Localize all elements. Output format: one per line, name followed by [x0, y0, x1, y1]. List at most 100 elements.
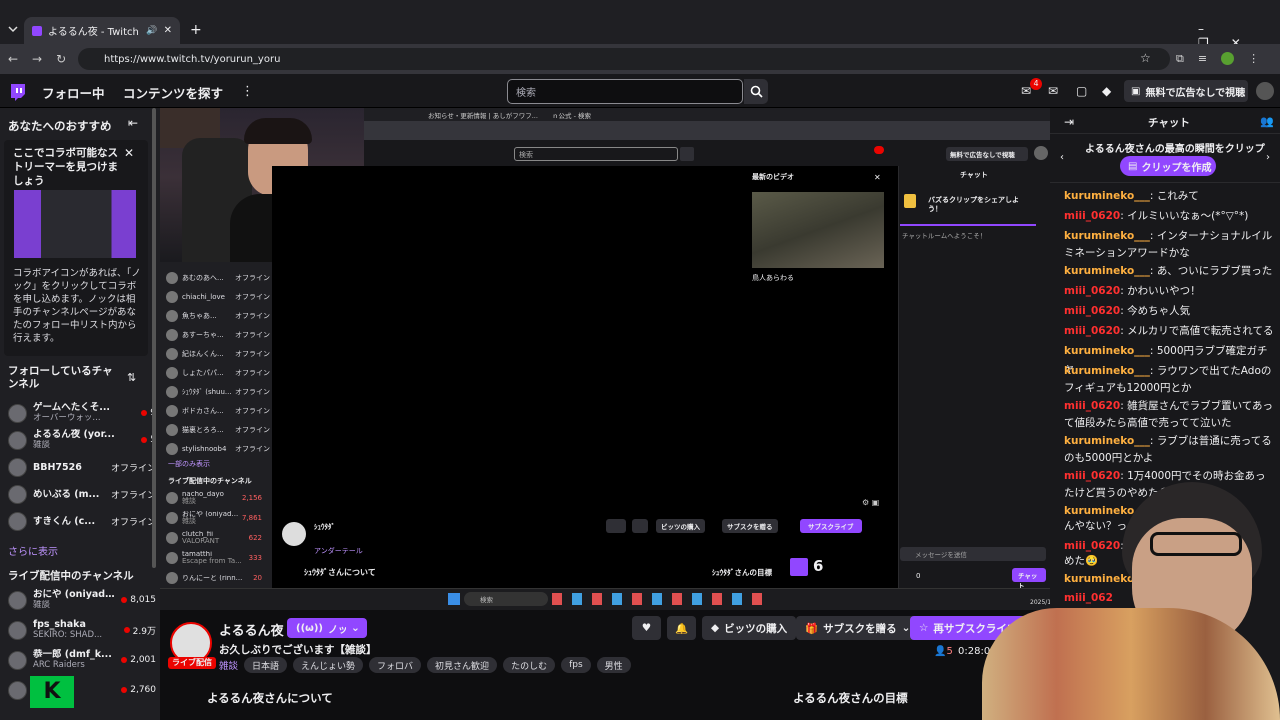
search-button[interactable] — [744, 79, 768, 104]
channel-text: ゲームへたくそ... オーバーウォッ... — [33, 402, 135, 424]
channel-category: オーバーウォッ... — [33, 413, 101, 423]
extensions-icon[interactable]: ⧉ — [1176, 52, 1184, 66]
chat-username[interactable]: miii_0620 — [1064, 210, 1120, 222]
create-clip-button[interactable]: ▤ クリップを作成 — [1120, 156, 1216, 176]
chat-username[interactable]: kurumineko___ — [1064, 365, 1150, 377]
chat-text: かわいいやつ！ — [1127, 285, 1201, 297]
nav-following[interactable]: フォロー中 — [42, 83, 105, 102]
url-text: https://www.twitch.tv/yorurun_yoru — [104, 53, 281, 65]
stream-tag[interactable]: 初見さん歓迎 — [427, 657, 498, 673]
twitch-logo-icon[interactable] — [8, 83, 26, 102]
followed-channel[interactable]: めいぷる (m... オフライン — [8, 481, 156, 507]
inner-live-text: りんにーと (rinn... — [182, 575, 249, 582]
live-dot-icon — [141, 410, 148, 416]
inner-viewer-count: 7,861 — [241, 514, 262, 522]
media-icon[interactable]: ≡ — [1198, 52, 1207, 66]
live-dot-icon — [123, 627, 130, 633]
tab-audio-icon[interactable]: 🔊 — [146, 26, 157, 36]
live-channel[interactable]: おにや (oniyad... 雑談 8,015 — [8, 587, 156, 613]
chat-users-icon[interactable]: 👥 — [1260, 115, 1274, 128]
collab-close-icon[interactable]: ✕ — [124, 146, 134, 160]
inner-avatar — [166, 404, 178, 417]
star-icon: ☆ — [919, 622, 929, 634]
chat-username[interactable]: miii_0620 — [1064, 325, 1120, 337]
create-clip-label: クリップを作成 — [1141, 162, 1212, 174]
search-input[interactable]: 検索 — [507, 79, 743, 104]
nav-browse[interactable]: コンテンツを探す — [123, 83, 223, 102]
chat-username[interactable]: miii_0620 — [1064, 400, 1120, 412]
chat-username[interactable]: kurumineko___ — [1064, 190, 1150, 202]
inner-welcome: チャットルームへようこそ！ — [902, 232, 987, 240]
channel-name[interactable]: よるるん夜 — [219, 620, 284, 639]
profile-icon[interactable] — [1221, 52, 1235, 65]
chat-username[interactable]: kurumineko___ — [1064, 265, 1150, 277]
inner-video-title: 鳥人あらわる — [752, 274, 794, 282]
mail-icon[interactable]: ✉ — [1048, 84, 1058, 98]
tab-list-icon[interactable] — [6, 22, 20, 36]
inner-avatar — [166, 512, 178, 524]
followed-channel[interactable]: ゲームへたくそ...オーバーウォッ...9 — [8, 400, 156, 426]
live-channel[interactable]: 恭一郎 (dmf_k... ARC Raiders 2,001 — [8, 647, 156, 673]
inner-channel: chiachi_love オフライン — [166, 287, 270, 306]
channel-avatar — [8, 457, 27, 477]
streamer-cam-overlay — [982, 478, 1280, 720]
stream-tag[interactable]: 男性 — [596, 657, 631, 673]
tab-close-icon[interactable]: ✕ — [164, 25, 172, 36]
followed-channel[interactable]: BBH7526 オフライン — [8, 454, 156, 480]
chat-username[interactable]: kurumineko___ — [1064, 435, 1150, 447]
nav-buttons[interactable]: ←→↻ — [8, 52, 80, 66]
chat-username[interactable]: kurumineko___ — [1064, 345, 1150, 357]
followed-channel[interactable]: よるるん夜 (yor...雑談5 — [8, 427, 156, 453]
inner-bell — [632, 519, 648, 533]
inner-close-icon: ✕ — [874, 173, 881, 182]
followed-channel[interactable]: すきくん (c... オフライン — [8, 508, 156, 534]
bookmark-star-icon[interactable]: ☆ — [1140, 51, 1151, 65]
channel-category: 雑談 — [33, 600, 51, 610]
stream-tag[interactable]: フォロバ — [369, 657, 422, 673]
browser-tab[interactable]: よるるん夜 - Twitch 🔊 ✕ — [24, 17, 180, 44]
sort-icon[interactable]: ⇅ — [127, 371, 136, 384]
inner-channel-name: chiachi_love — [182, 292, 225, 301]
bits-button[interactable]: ◆ ビッツの購入 — [702, 616, 797, 640]
chat-username[interactable]: kurumineko___ — [1064, 230, 1150, 242]
chat-username[interactable]: miii_0620 — [1064, 305, 1120, 317]
nav-more-icon[interactable]: ⋮ — [241, 84, 254, 99]
inner-channel-status: オフライン — [235, 349, 270, 358]
stream-tag[interactable]: 日本語 — [244, 657, 288, 673]
collapse-chat-icon[interactable]: ⇥ — [1064, 115, 1074, 129]
collapse-sidebar-icon[interactable]: ⇤ — [128, 116, 138, 130]
crown-icon[interactable]: ◆ — [1102, 84, 1111, 98]
stream-category[interactable]: 雑談 — [219, 658, 238, 672]
notification-bell-button[interactable]: 🔔 — [667, 616, 696, 640]
knock-dropdown[interactable]: ⌄ — [346, 618, 365, 638]
follow-heart-button[interactable]: ♥ — [632, 616, 661, 640]
inner-channel-name: 猫裏とろろ... — [182, 425, 224, 434]
stream-tag[interactable]: fps — [561, 657, 591, 673]
whisper-icon[interactable]: ▢ — [1076, 84, 1087, 98]
stream-tag[interactable]: えんじょい勢 — [293, 657, 364, 673]
show-more-link[interactable]: さらに表示 — [8, 543, 58, 558]
new-tab-button[interactable]: + — [190, 22, 202, 38]
user-avatar[interactable] — [1256, 82, 1274, 100]
chat-username[interactable]: miii_0620 — [1064, 285, 1120, 297]
sidebar-scrollbar[interactable] — [150, 108, 158, 708]
inner-channel-sub: 雑談 — [182, 497, 196, 505]
url-field[interactable]: https://www.twitch.tv/yorurun_yoru — [78, 48, 1170, 70]
banner-prev-icon[interactable]: ‹ — [1060, 152, 1064, 163]
gift-sub-button[interactable]: 🎁 サブスクを贈る ⌄ — [796, 616, 920, 640]
inner-channel-status: オフライン — [235, 330, 270, 339]
inner-avatar — [166, 290, 178, 303]
collab-illustration — [14, 190, 136, 258]
banner-next-icon[interactable]: › — [1266, 152, 1270, 163]
channel-text: よるるん夜 (yor... 雑談 — [33, 429, 135, 451]
overlay-logo: K — [30, 676, 74, 708]
live-channel[interactable]: fps_shaka SEKIRO: SHAD... 2.9万 — [8, 617, 156, 643]
search-icon — [750, 85, 763, 98]
inner-channel-name: stylishnoob4 — [182, 444, 227, 453]
ad-free-icon: ▣ — [1131, 85, 1141, 97]
menu-icon[interactable]: ⋮ — [1248, 52, 1259, 66]
browser-extension-icons[interactable]: ⧉ ≡ ⋮ — [1176, 52, 1270, 66]
ad-free-button[interactable]: ▣ 無料で広告なしで視聴 — [1124, 80, 1248, 102]
stream-tag[interactable]: たのしむ — [503, 657, 556, 673]
live-heading: ライブ配信中のチャンネル — [8, 570, 134, 582]
